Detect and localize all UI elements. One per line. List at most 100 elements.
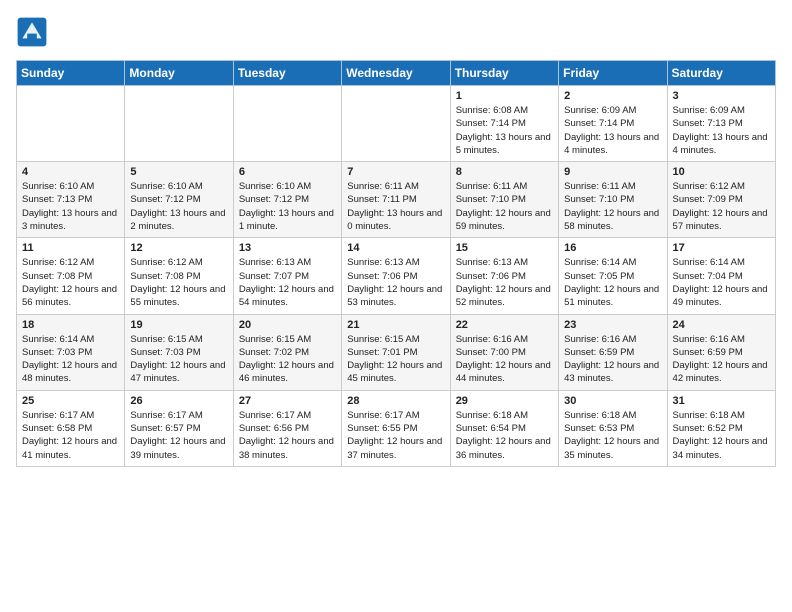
day-info: Sunrise: 6:11 AM Sunset: 7:10 PM Dayligh… [564, 180, 661, 233]
day-info: Sunrise: 6:08 AM Sunset: 7:14 PM Dayligh… [456, 104, 553, 157]
calendar-cell: 20 Sunrise: 6:15 AM Sunset: 7:02 PM Dayl… [233, 314, 341, 390]
calendar-header-row: SundayMondayTuesdayWednesdayThursdayFrid… [17, 61, 776, 86]
calendar-cell: 22 Sunrise: 6:16 AM Sunset: 7:00 PM Dayl… [450, 314, 558, 390]
calendar-cell: 9 Sunrise: 6:11 AM Sunset: 7:10 PM Dayli… [559, 162, 667, 238]
calendar-cell: 24 Sunrise: 6:16 AM Sunset: 6:59 PM Dayl… [667, 314, 775, 390]
calendar-cell: 2 Sunrise: 6:09 AM Sunset: 7:14 PM Dayli… [559, 86, 667, 162]
calendar-cell: 8 Sunrise: 6:11 AM Sunset: 7:10 PM Dayli… [450, 162, 558, 238]
calendar-cell: 25 Sunrise: 6:17 AM Sunset: 6:58 PM Dayl… [17, 390, 125, 466]
day-number: 17 [673, 242, 770, 254]
day-number: 10 [673, 166, 770, 178]
day-info: Sunrise: 6:17 AM Sunset: 6:56 PM Dayligh… [239, 409, 336, 462]
day-number: 15 [456, 242, 553, 254]
calendar-cell: 13 Sunrise: 6:13 AM Sunset: 7:07 PM Dayl… [233, 238, 341, 314]
day-info: Sunrise: 6:13 AM Sunset: 7:07 PM Dayligh… [239, 256, 336, 309]
header-cell-wednesday: Wednesday [342, 61, 450, 86]
day-number: 8 [456, 166, 553, 178]
calendar-cell: 31 Sunrise: 6:18 AM Sunset: 6:52 PM Dayl… [667, 390, 775, 466]
header-cell-thursday: Thursday [450, 61, 558, 86]
calendar-cell: 23 Sunrise: 6:16 AM Sunset: 6:59 PM Dayl… [559, 314, 667, 390]
day-info: Sunrise: 6:09 AM Sunset: 7:14 PM Dayligh… [564, 104, 661, 157]
day-number: 2 [564, 90, 661, 102]
calendar-cell: 10 Sunrise: 6:12 AM Sunset: 7:09 PM Dayl… [667, 162, 775, 238]
calendar-cell: 1 Sunrise: 6:08 AM Sunset: 7:14 PM Dayli… [450, 86, 558, 162]
logo-icon [16, 16, 48, 48]
day-info: Sunrise: 6:14 AM Sunset: 7:04 PM Dayligh… [673, 256, 770, 309]
day-info: Sunrise: 6:10 AM Sunset: 7:12 PM Dayligh… [239, 180, 336, 233]
day-info: Sunrise: 6:18 AM Sunset: 6:52 PM Dayligh… [673, 409, 770, 462]
day-number: 22 [456, 319, 553, 331]
calendar-cell: 19 Sunrise: 6:15 AM Sunset: 7:03 PM Dayl… [125, 314, 233, 390]
day-number: 19 [130, 319, 227, 331]
header-cell-monday: Monday [125, 61, 233, 86]
day-number: 4 [22, 166, 119, 178]
page-header [16, 16, 776, 48]
day-info: Sunrise: 6:15 AM Sunset: 7:02 PM Dayligh… [239, 333, 336, 386]
day-info: Sunrise: 6:10 AM Sunset: 7:12 PM Dayligh… [130, 180, 227, 233]
calendar-cell [125, 86, 233, 162]
day-info: Sunrise: 6:11 AM Sunset: 7:10 PM Dayligh… [456, 180, 553, 233]
day-number: 12 [130, 242, 227, 254]
day-number: 18 [22, 319, 119, 331]
calendar-cell: 14 Sunrise: 6:13 AM Sunset: 7:06 PM Dayl… [342, 238, 450, 314]
calendar-week-5: 25 Sunrise: 6:17 AM Sunset: 6:58 PM Dayl… [17, 390, 776, 466]
calendar-cell: 29 Sunrise: 6:18 AM Sunset: 6:54 PM Dayl… [450, 390, 558, 466]
header-cell-saturday: Saturday [667, 61, 775, 86]
calendar-week-1: 1 Sunrise: 6:08 AM Sunset: 7:14 PM Dayli… [17, 86, 776, 162]
day-number: 30 [564, 395, 661, 407]
calendar-cell: 15 Sunrise: 6:13 AM Sunset: 7:06 PM Dayl… [450, 238, 558, 314]
calendar-cell: 18 Sunrise: 6:14 AM Sunset: 7:03 PM Dayl… [17, 314, 125, 390]
day-info: Sunrise: 6:17 AM Sunset: 6:57 PM Dayligh… [130, 409, 227, 462]
calendar-cell: 26 Sunrise: 6:17 AM Sunset: 6:57 PM Dayl… [125, 390, 233, 466]
day-number: 21 [347, 319, 444, 331]
day-info: Sunrise: 6:16 AM Sunset: 7:00 PM Dayligh… [456, 333, 553, 386]
day-number: 23 [564, 319, 661, 331]
day-info: Sunrise: 6:17 AM Sunset: 6:55 PM Dayligh… [347, 409, 444, 462]
day-number: 31 [673, 395, 770, 407]
calendar-body: 1 Sunrise: 6:08 AM Sunset: 7:14 PM Dayli… [17, 86, 776, 467]
day-number: 7 [347, 166, 444, 178]
day-number: 6 [239, 166, 336, 178]
day-number: 3 [673, 90, 770, 102]
day-number: 16 [564, 242, 661, 254]
header-cell-sunday: Sunday [17, 61, 125, 86]
header-cell-friday: Friday [559, 61, 667, 86]
calendar-cell: 16 Sunrise: 6:14 AM Sunset: 7:05 PM Dayl… [559, 238, 667, 314]
day-info: Sunrise: 6:11 AM Sunset: 7:11 PM Dayligh… [347, 180, 444, 233]
day-number: 28 [347, 395, 444, 407]
calendar-cell [342, 86, 450, 162]
calendar-cell: 17 Sunrise: 6:14 AM Sunset: 7:04 PM Dayl… [667, 238, 775, 314]
calendar-cell: 28 Sunrise: 6:17 AM Sunset: 6:55 PM Dayl… [342, 390, 450, 466]
calendar-cell: 21 Sunrise: 6:15 AM Sunset: 7:01 PM Dayl… [342, 314, 450, 390]
day-info: Sunrise: 6:18 AM Sunset: 6:54 PM Dayligh… [456, 409, 553, 462]
day-info: Sunrise: 6:15 AM Sunset: 7:03 PM Dayligh… [130, 333, 227, 386]
day-info: Sunrise: 6:12 AM Sunset: 7:08 PM Dayligh… [22, 256, 119, 309]
calendar-cell: 6 Sunrise: 6:10 AM Sunset: 7:12 PM Dayli… [233, 162, 341, 238]
day-info: Sunrise: 6:18 AM Sunset: 6:53 PM Dayligh… [564, 409, 661, 462]
header-cell-tuesday: Tuesday [233, 61, 341, 86]
calendar-cell: 4 Sunrise: 6:10 AM Sunset: 7:13 PM Dayli… [17, 162, 125, 238]
calendar-cell: 3 Sunrise: 6:09 AM Sunset: 7:13 PM Dayli… [667, 86, 775, 162]
calendar-table: SundayMondayTuesdayWednesdayThursdayFrid… [16, 60, 776, 467]
calendar-cell: 5 Sunrise: 6:10 AM Sunset: 7:12 PM Dayli… [125, 162, 233, 238]
calendar-cell: 12 Sunrise: 6:12 AM Sunset: 7:08 PM Dayl… [125, 238, 233, 314]
day-info: Sunrise: 6:13 AM Sunset: 7:06 PM Dayligh… [347, 256, 444, 309]
day-number: 27 [239, 395, 336, 407]
logo [16, 16, 52, 48]
day-number: 13 [239, 242, 336, 254]
day-number: 29 [456, 395, 553, 407]
calendar-cell: 11 Sunrise: 6:12 AM Sunset: 7:08 PM Dayl… [17, 238, 125, 314]
calendar-week-3: 11 Sunrise: 6:12 AM Sunset: 7:08 PM Dayl… [17, 238, 776, 314]
day-info: Sunrise: 6:16 AM Sunset: 6:59 PM Dayligh… [564, 333, 661, 386]
calendar-week-4: 18 Sunrise: 6:14 AM Sunset: 7:03 PM Dayl… [17, 314, 776, 390]
calendar-cell: 30 Sunrise: 6:18 AM Sunset: 6:53 PM Dayl… [559, 390, 667, 466]
day-number: 11 [22, 242, 119, 254]
day-number: 20 [239, 319, 336, 331]
calendar-cell: 7 Sunrise: 6:11 AM Sunset: 7:11 PM Dayli… [342, 162, 450, 238]
day-info: Sunrise: 6:12 AM Sunset: 7:08 PM Dayligh… [130, 256, 227, 309]
day-info: Sunrise: 6:16 AM Sunset: 6:59 PM Dayligh… [673, 333, 770, 386]
day-number: 26 [130, 395, 227, 407]
day-info: Sunrise: 6:10 AM Sunset: 7:13 PM Dayligh… [22, 180, 119, 233]
day-info: Sunrise: 6:14 AM Sunset: 7:03 PM Dayligh… [22, 333, 119, 386]
day-number: 9 [564, 166, 661, 178]
